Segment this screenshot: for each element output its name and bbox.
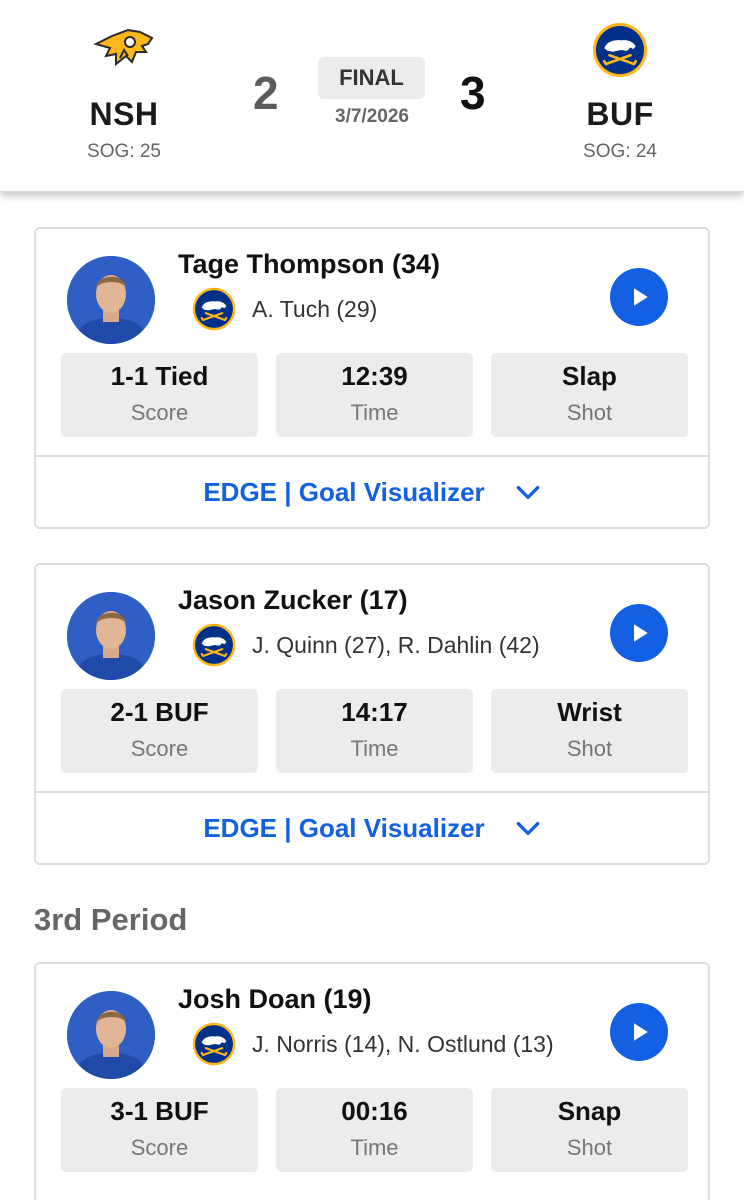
stat-shot: Snap Shot <box>491 1088 688 1172</box>
play-icon <box>624 282 654 312</box>
game-status-badge: FINAL <box>318 57 425 99</box>
goal-stats: 2-1 BUF Score 14:17 Time Wrist Shot <box>61 689 688 773</box>
goal-assists: J. Norris (14), N. Ostlund (13) <box>252 1030 554 1057</box>
stat-label: Shot <box>566 1135 613 1160</box>
stat-label: Time <box>350 400 399 425</box>
stat-label: Score <box>130 736 189 761</box>
stat-score: 3-1 BUF Score <box>61 1088 258 1172</box>
stat-score: 2-1 BUF Score <box>61 689 258 773</box>
goal-scorer: Josh Doan (19) <box>178 984 372 1014</box>
stat-label: Shot <box>566 400 613 425</box>
play-highlight-button[interactable] <box>610 1003 668 1061</box>
stat-time: 12:39 Time <box>276 353 473 437</box>
assist-row: A. Tuch (29) <box>192 287 377 331</box>
stat-value: 14:17 <box>341 697 408 727</box>
stat-value: 00:16 <box>341 1096 408 1126</box>
stat-label: Score <box>130 400 189 425</box>
stat-time: 00:16 Time <box>276 1088 473 1172</box>
goal-visualizer-toggle[interactable]: EDGE | Goal Visualizer <box>36 455 708 527</box>
sabres-logo-icon <box>588 22 652 78</box>
stat-shot: Wrist Shot <box>491 689 688 773</box>
play-highlight-button[interactable] <box>610 604 668 662</box>
period-heading: 3rd Period <box>34 902 188 937</box>
player-avatar <box>67 256 155 344</box>
stat-value: Wrist <box>557 697 622 727</box>
sabres-logo-icon <box>192 623 236 667</box>
away-score: 3 <box>460 67 486 119</box>
goal-visualizer-toggle[interactable]: EDGE | Goal Visualizer <box>36 791 708 863</box>
goal-assists: J. Quinn (27), R. Dahlin (42) <box>252 631 540 658</box>
goal-stats: 3-1 BUF Score 00:16 Time Snap Shot <box>61 1088 688 1172</box>
home-score: 2 <box>253 67 279 119</box>
away-team[interactable]: BUF SOG: 24 <box>550 22 690 163</box>
away-team-abbr: BUF <box>586 96 654 132</box>
stat-shot: Slap Shot <box>491 353 688 437</box>
goal-assists: A. Tuch (29) <box>252 295 378 322</box>
goal-visualizer-label: EDGE | Goal Visualizer <box>203 476 485 507</box>
home-team-sog: SOG: 25 <box>87 141 161 162</box>
goal-card: Tage Thompson (34) A. Tuch (29) 1-1 Tied… <box>34 227 710 529</box>
stat-value: 2-1 BUF <box>110 697 209 727</box>
stat-value: 3-1 BUF <box>110 1096 209 1126</box>
goal-card: Jason Zucker (17) J. Quinn (27), R. Dahl… <box>34 563 710 865</box>
sabres-logo-icon <box>192 1022 236 1066</box>
stat-value: Snap <box>557 1096 622 1126</box>
player-avatar <box>67 592 155 680</box>
game-date: 3/7/2026 <box>335 106 409 127</box>
chevron-down-icon <box>515 820 541 838</box>
goal-stats: 1-1 Tied Score 12:39 Time Slap Shot <box>61 353 688 437</box>
stat-value: 1-1 Tied <box>110 361 209 391</box>
stat-value: Slap <box>562 361 617 391</box>
sabres-logo-icon <box>192 287 236 331</box>
home-team-abbr: NSH <box>89 96 159 132</box>
away-team-sog: SOG: 24 <box>583 141 657 162</box>
predators-logo-icon <box>92 22 156 78</box>
stat-score: 1-1 Tied Score <box>61 353 258 437</box>
assist-row: J. Norris (14), N. Ostlund (13) <box>192 1022 554 1066</box>
home-team[interactable]: NSH SOG: 25 <box>54 22 194 163</box>
stat-label: Time <box>350 1135 399 1160</box>
goal-scorer: Jason Zucker (17) <box>178 585 408 615</box>
goal-scorer: Tage Thompson (34) <box>178 249 441 279</box>
play-icon <box>624 618 654 648</box>
play-icon <box>624 1017 654 1047</box>
player-avatar <box>67 991 155 1079</box>
stat-value: 12:39 <box>341 361 408 391</box>
stat-label: Score <box>130 1135 189 1160</box>
play-highlight-button[interactable] <box>610 268 668 326</box>
goal-visualizer-label: EDGE | Goal Visualizer <box>203 812 485 843</box>
stat-label: Time <box>350 736 399 761</box>
stat-label: Shot <box>566 736 613 761</box>
assist-row: J. Quinn (27), R. Dahlin (42) <box>192 623 540 667</box>
game-header: NSH SOG: 25 2 FINAL 3/7/2026 3 BUF SOG: … <box>0 0 744 192</box>
stat-time: 14:17 Time <box>276 689 473 773</box>
chevron-down-icon <box>515 484 541 502</box>
goal-card: Josh Doan (19) J. Norris (14), N. Ostlun… <box>34 962 710 1200</box>
